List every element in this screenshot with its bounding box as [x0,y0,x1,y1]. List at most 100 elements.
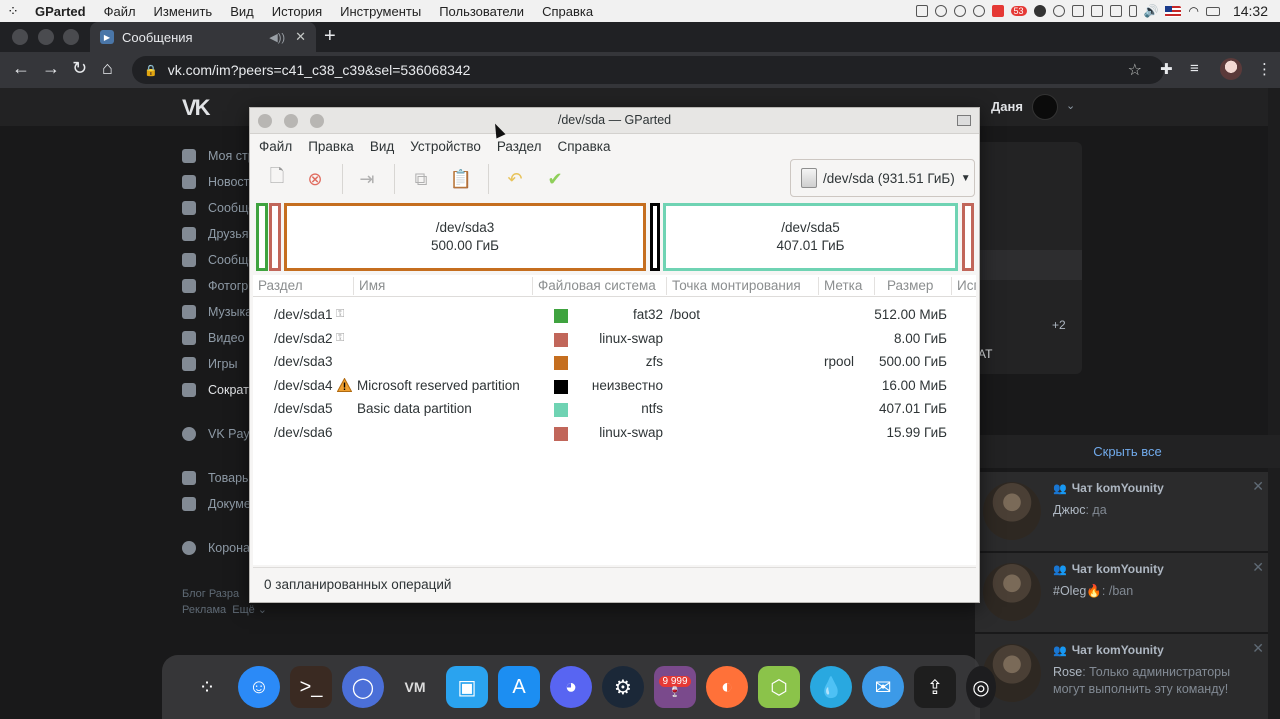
vk-nav-market[interactable]: Товары [182,468,251,488]
launchpad-icon[interactable]: ⁘ [186,666,228,708]
vk-footer-ads[interactable]: Реклама [182,604,226,616]
volume-icon[interactable]: 🔊 [1144,4,1159,18]
partition-row[interactable]: /dev/sda3 zfs rpool 500.00 ГиБ [253,351,976,374]
page-scrollbar[interactable] [1268,88,1280,719]
vk-nav-friends[interactable]: Друзья [182,224,249,244]
chromium-icon[interactable]: ◯ [342,666,384,708]
menu-history[interactable]: История [263,4,331,19]
tray-sync-icon[interactable] [934,5,947,17]
wine-icon[interactable]: 9 999 🍷 [654,666,696,708]
notification[interactable]: 👥 Чат komYounity #Oleg🔥: /ban ✕ [975,552,1268,632]
column-separator[interactable] [532,277,533,295]
menu-tools[interactable]: Инструменты [331,4,430,19]
new-partition-icon[interactable]: 🗋 [264,166,290,192]
column-separator[interactable] [951,277,952,295]
finder-icon[interactable]: ☺ [238,666,280,708]
partition-block-sda6[interactable] [962,203,974,271]
col-header-mountpoint[interactable]: Точка монтирования [672,278,801,293]
vk-nav-messages[interactable]: Сообще [182,198,255,218]
delete-partition-icon[interactable]: ⊗ [302,166,328,192]
resize-move-icon[interactable]: ⇥ [354,166,380,192]
col-header-used[interactable]: Испо [957,278,976,293]
tray-phone-icon[interactable] [1128,5,1137,17]
column-separator[interactable] [353,277,354,295]
col-header-size[interactable]: Размер [887,278,933,293]
vk-nav-news[interactable]: Новост [182,172,249,192]
gp-menu-edit[interactable]: Правка [300,139,362,154]
partition-block-sda5[interactable]: /dev/sda5 407.01 ГиБ [663,203,958,271]
partition-block-sda4[interactable] [650,203,660,271]
vk-nav-corona[interactable]: Корона [182,538,250,558]
lock-icon[interactable]: 🔒 [144,64,158,77]
tray-cast-icon[interactable] [1109,5,1122,17]
safari-icon[interactable]: ◎ [966,666,996,708]
close-icon[interactable]: ✕ [1252,478,1264,495]
tray-timer-icon[interactable] [1052,5,1065,17]
3d-box-icon[interactable]: ⬡ [758,666,800,708]
vk-nav-games[interactable]: Игры [182,354,237,374]
col-header-name[interactable]: Имя [359,278,385,293]
mail-icon[interactable]: ✉ [862,666,904,708]
tray-clipboard-icon[interactable] [1071,5,1084,17]
tab-audio-icon[interactable]: ◀)) [269,31,285,44]
partition-block-sda3[interactable]: /dev/sda3 500.00 ГиБ [284,203,646,271]
vmware-icon[interactable]: VM [394,666,436,708]
new-tab-icon[interactable]: + [324,25,336,48]
window-maximize-button[interactable] [63,29,79,45]
gp-menu-partition[interactable]: Раздел [489,139,550,154]
wifi-icon[interactable]: ◠ [1188,4,1198,18]
vk-nav-music[interactable]: Музыка [182,302,252,322]
active-app-name[interactable]: GParted [26,4,95,19]
tray-image-icon[interactable] [1090,5,1103,17]
app-launcher-icon[interactable]: ⁘ [0,3,26,20]
notification[interactable]: 👥 Чат komYounity Rose: Только администрат… [975,633,1268,719]
hide-all-notifications-button[interactable]: Скрыть все [975,435,1280,468]
menu-users[interactable]: Пользователи [430,4,533,19]
address-bar[interactable]: 🔒 vk.com/im?peers=c41_c38_c39&sel=536068… [132,56,1164,84]
partition-row[interactable]: /dev/sda4 Microsoft reserved partition неи… [253,375,976,398]
browser-menu-icon[interactable]: ⋮ [1257,60,1272,78]
device-selector[interactable]: /dev/sda (931.51 ГиБ) ▼ [790,159,975,197]
partition-row[interactable]: /dev/sda5 Basic data partition ntfs 407.01 … [253,398,976,421]
menu-view[interactable]: Вид [221,4,263,19]
keyboard-layout-flag-icon[interactable] [1165,5,1182,17]
menu-edit[interactable]: Изменить [145,4,222,19]
apply-icon[interactable]: ✔ [542,166,568,192]
gp-menu-file[interactable]: Файл [251,139,300,154]
browser-tab[interactable]: ▶ Сообщения ◀)) ✕ [90,22,316,52]
tray-stop-icon[interactable] [991,5,1004,17]
url-text[interactable]: vk.com/im?peers=c41_c38_c39&sel=53606834… [168,62,471,78]
vk-nav-communities[interactable]: Сообще [182,250,255,270]
water-drop-icon[interactable]: 💧 [810,666,852,708]
partition-row[interactable]: /dev/sda2 ⚿ linux-swap 8.00 ГиБ [253,328,976,351]
partition-row[interactable]: /dev/sda6 linux-swap 15.99 ГиБ [253,422,976,445]
vk-user-name[interactable]: Даня [991,99,1023,114]
chevron-down-icon[interactable]: ⌄ [1066,99,1075,112]
close-icon[interactable]: ✕ [1252,640,1264,657]
app-store-icon[interactable]: A [498,666,540,708]
terminal-icon[interactable]: >_ [290,666,332,708]
partition-block-sda2[interactable] [269,203,281,271]
battery-icon[interactable] [1205,6,1220,16]
gparted-titlebar[interactable]: /dev/sda — GParted [250,108,979,134]
vk-nav-video[interactable]: Видео [182,328,245,348]
menu-file[interactable]: Файл [95,4,145,19]
gp-menu-device[interactable]: Устройство [402,139,489,154]
discord-icon[interactable]: ◕ [550,666,592,708]
forward-icon[interactable]: → [42,58,60,79]
close-icon[interactable]: ✕ [1252,559,1264,576]
partition-block-sda1[interactable] [256,203,268,271]
gp-menu-help[interactable]: Справка [550,139,619,154]
paste-icon[interactable]: 📋 [448,166,474,192]
col-header-label[interactable]: Метка [824,278,862,293]
home-icon[interactable]: ⌂ [102,58,113,79]
keka-icon[interactable]: ▣ [446,666,488,708]
column-separator[interactable] [874,277,875,295]
gp-menu-view[interactable]: Вид [362,139,402,154]
tray-upload-icon[interactable] [953,5,966,17]
vk-card-row[interactable] [975,250,1082,280]
reload-icon[interactable]: ↻ [72,58,87,79]
menu-help[interactable]: Справка [533,4,602,19]
partition-row[interactable]: /dev/sda1 ⚿ fat32/boot 512.00 МиБ [253,304,976,327]
vk-nav-photos[interactable]: Фотогр [182,276,248,296]
